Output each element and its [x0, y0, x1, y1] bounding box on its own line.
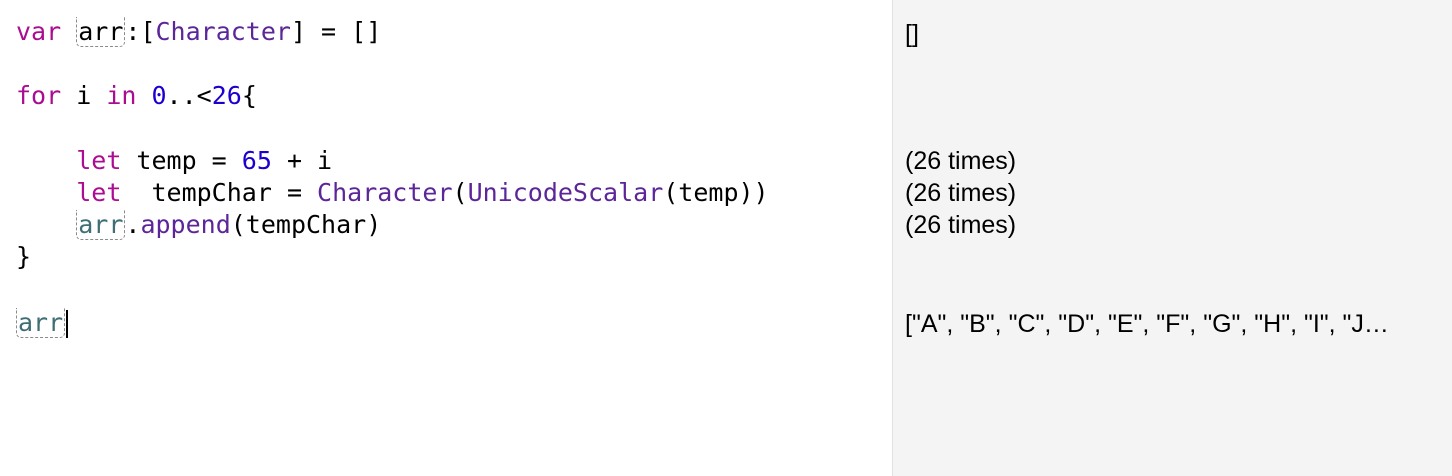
code-token: var [16, 17, 62, 46]
code-token: in [106, 81, 137, 110]
code-line-6[interactable]: let tempChar = Character(UnicodeScalar(t… [16, 177, 769, 209]
code-token: append [140, 210, 231, 239]
code-token: arr [76, 17, 126, 47]
code-token: ] = [] [290, 17, 382, 46]
code-token: for [16, 81, 62, 110]
code-editor[interactable]: var arr:[Character] = [] for i in 0..<26… [0, 0, 892, 476]
code-token: let [76, 146, 122, 175]
code-line-7[interactable]: arr.append(tempChar) [16, 209, 381, 241]
code-line-3[interactable]: for i in 0..<26{ [16, 80, 257, 112]
code-token: Character [155, 17, 291, 46]
code-token: + i [271, 146, 333, 175]
code-line-1[interactable]: var arr:[Character] = [] [16, 16, 381, 48]
code-token: 26 [211, 81, 242, 110]
result-arr-final[interactable]: ["A", "B", "C", "D", "E", "F", "G", "H",… [905, 308, 1389, 340]
code-token: temp = [121, 146, 242, 175]
code-token: let [76, 178, 122, 207]
code-token: UnicodeScalar [467, 178, 664, 207]
code-line-5[interactable]: let temp = 65 + i [16, 145, 332, 177]
code-token: } [16, 242, 32, 271]
result-append[interactable]: (26 times) [905, 209, 1016, 241]
result-temp[interactable]: (26 times) [905, 145, 1016, 177]
code-token: :[ [125, 17, 156, 46]
code-token: 0 [151, 81, 167, 110]
code-token: ..< [166, 81, 212, 110]
code-line-10[interactable]: arr [16, 307, 69, 339]
result-arr-init: [] [905, 20, 919, 48]
code-token: . [125, 210, 141, 239]
code-token: { [241, 81, 257, 110]
code-token: tempChar = [121, 178, 318, 207]
code-token: i [61, 81, 107, 110]
results-sidebar: [] (26 times) (26 times) (26 times) ["A"… [892, 0, 1452, 476]
code-line-8[interactable]: } [16, 241, 31, 273]
code-token: (temp)) [663, 178, 769, 207]
code-token: arr [76, 210, 126, 240]
code-token: 65 [241, 146, 272, 175]
code-token: (tempChar) [230, 210, 382, 239]
code-token: ( [452, 178, 468, 207]
result-tempchar[interactable]: (26 times) [905, 177, 1016, 209]
code-token: Character [317, 178, 453, 207]
text-cursor [66, 310, 69, 338]
code-token: arr [16, 308, 66, 338]
